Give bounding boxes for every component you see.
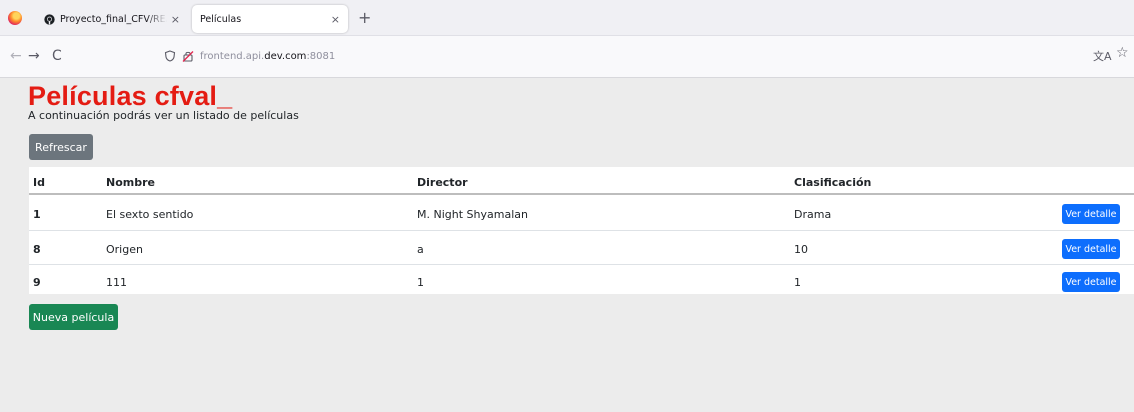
back-icon[interactable]: ← xyxy=(10,48,22,64)
table-cell-clasificacion: 10 xyxy=(794,243,808,256)
table-cell-nombre: Origen xyxy=(106,243,143,256)
page-title: Películas cfval_ xyxy=(28,81,233,111)
column-header-id: Id xyxy=(33,176,45,189)
table-cell-director: a xyxy=(417,243,424,256)
table-cell-id: 1 xyxy=(33,208,41,221)
table-cell-director: 1 xyxy=(417,276,424,289)
table-cell-nombre: 111 xyxy=(106,276,127,289)
reload-icon[interactable]: C xyxy=(52,48,62,64)
refresh-button[interactable]: Refrescar xyxy=(29,134,93,160)
firefox-icon xyxy=(8,11,22,25)
tab-strip: Proyecto_final_CFV/README × Películas × … xyxy=(0,0,1134,36)
new-movie-button[interactable]: Nueva película xyxy=(29,304,118,330)
tab-title: Películas xyxy=(200,13,242,25)
address-bar[interactable]: frontend.api.dev.com:8081 xyxy=(164,47,335,65)
column-header-nombre: Nombre xyxy=(106,176,155,189)
bookmark-star-icon[interactable]: ☆ xyxy=(1116,45,1129,61)
tab-peliculas[interactable]: Películas × xyxy=(192,5,348,33)
table-cell-nombre: El sexto sentido xyxy=(106,208,194,221)
forward-icon[interactable]: → xyxy=(28,48,40,64)
table-header-divider xyxy=(29,193,1134,195)
close-tab-icon[interactable]: × xyxy=(331,13,340,26)
tab-github-readme[interactable]: Proyecto_final_CFV/README × xyxy=(36,5,188,33)
table-row-divider xyxy=(29,230,1134,231)
column-header-clasificacion: Clasificación xyxy=(794,176,872,189)
github-icon xyxy=(44,13,55,25)
table-cell-id: 8 xyxy=(33,243,41,256)
tab-title: Proyecto_final_CFV/README xyxy=(60,13,167,25)
column-header-director: Director xyxy=(417,176,468,189)
view-detail-button[interactable]: Ver detalle xyxy=(1062,204,1120,224)
new-tab-button[interactable]: + xyxy=(358,8,371,27)
insecure-lock-icon[interactable] xyxy=(182,50,194,62)
close-tab-icon[interactable]: × xyxy=(171,13,180,26)
table-cell-id: 9 xyxy=(33,276,41,289)
table-cell-director: M. Night Shyamalan xyxy=(417,208,528,221)
table-cell-clasificacion: Drama xyxy=(794,208,832,221)
shield-icon[interactable] xyxy=(164,50,176,62)
translate-icon[interactable]: ⽂A xyxy=(1093,48,1112,64)
table-row-divider xyxy=(29,264,1134,265)
view-detail-button[interactable]: Ver detalle xyxy=(1062,272,1120,292)
page-subtitle: A continuación podrás ver un listado de … xyxy=(28,109,299,122)
url-text[interactable]: frontend.api.dev.com:8081 xyxy=(200,51,335,62)
view-detail-button[interactable]: Ver detalle xyxy=(1062,239,1120,259)
table-cell-clasificacion: 1 xyxy=(794,276,801,289)
